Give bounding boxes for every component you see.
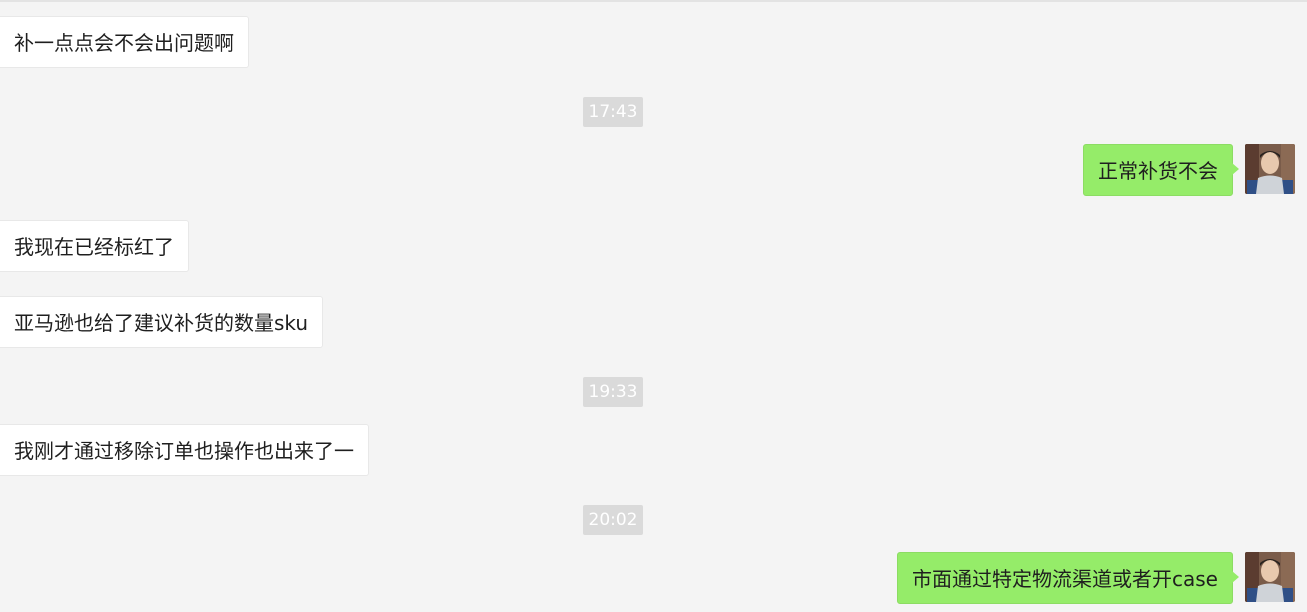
timestamp: 20:02 <box>583 505 643 535</box>
timestamp: 19:33 <box>583 377 643 407</box>
avatar-photo-icon <box>1245 552 1295 602</box>
message-bubble-incoming[interactable]: 我刚才通过移除订单也操作也出来了一 <box>0 424 369 476</box>
message-bubble-incoming[interactable]: 亚马逊也给了建议补货的数量sku <box>0 296 324 348</box>
user-avatar[interactable] <box>1245 552 1295 602</box>
avatar-photo-icon <box>1245 144 1295 194</box>
timestamp: 17:43 <box>583 97 643 127</box>
message-bubble-incoming[interactable]: 我现在已经标红了 <box>0 220 189 272</box>
message-bubble-outgoing[interactable]: 正常补货不会 <box>1083 144 1239 196</box>
user-avatar[interactable] <box>1245 144 1295 194</box>
message-bubble-incoming[interactable]: 补一点点会不会出问题啊 <box>0 16 249 68</box>
chat-message-area[interactable]: 补一点点会不会出问题啊 17:43 正常补货不会 我现在已经标红了 亚马逊也给了… <box>0 0 1307 612</box>
message-bubble-outgoing[interactable]: 市面通过特定物流渠道或者开case <box>897 552 1239 604</box>
